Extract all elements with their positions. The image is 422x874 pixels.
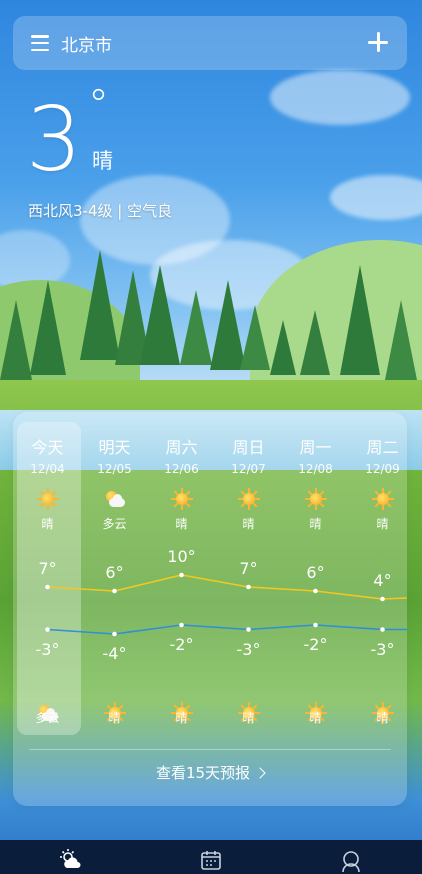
day-name: 周六 — [165, 438, 198, 457]
bottom-navigation — [0, 840, 422, 874]
day-condition: 晴 — [175, 517, 188, 531]
day-date: 12/05 — [97, 462, 132, 476]
low-temperature-point — [179, 622, 184, 628]
chevron-right-icon — [254, 767, 266, 779]
day-date: 12/04 — [30, 462, 65, 476]
forecast-day-column[interactable]: 周日 12/07 晴 7° -3° 晴 — [215, 412, 282, 725]
low-temperature-point — [246, 627, 251, 632]
low-temperature: -3° — [35, 639, 60, 659]
low-temperature-point — [313, 622, 318, 628]
low-temperature-point — [45, 627, 50, 632]
weather-icon[interactable] — [59, 848, 83, 872]
cloud-sun-icon — [104, 488, 126, 510]
low-temperature: -3° — [236, 639, 261, 659]
forecast-day-column[interactable]: 周六 12/06 晴 10° -2° 晴 — [148, 412, 215, 725]
high-temperature: 6° — [306, 563, 325, 582]
night-condition: 晴 — [376, 711, 389, 725]
divider — [29, 749, 391, 750]
day-name: 周日 — [232, 438, 265, 457]
day-condition: 晴 — [242, 517, 255, 531]
wind-air-quality: 西北风3-4级 | 空气良 — [28, 202, 173, 220]
night-condition: 晴 — [108, 711, 121, 725]
high-temperature-point — [313, 588, 318, 594]
high-temperature: 10° — [167, 547, 196, 566]
low-temperature-point — [112, 631, 117, 637]
sun-icon — [171, 488, 193, 510]
sun-icon — [305, 488, 327, 510]
current-condition: 晴 — [92, 149, 113, 173]
high-temperature-point — [246, 584, 251, 590]
day-condition: 多云 — [102, 517, 127, 531]
day-name: 周二 — [366, 438, 399, 457]
city-name[interactable]: 北京市 — [61, 31, 112, 56]
degree-symbol: ° — [88, 80, 109, 129]
sun-icon — [238, 488, 260, 510]
high-temperature-point — [112, 588, 117, 594]
plus-icon[interactable] — [367, 31, 389, 53]
sun-icon — [37, 488, 59, 510]
high-temperature: 7° — [239, 559, 258, 578]
sun-icon — [372, 488, 394, 510]
forecast-card[interactable]: 今天 12/04 晴 7° -3° 多云 明天 12/05 多云 6° -4° … — [13, 412, 407, 806]
day-name: 周一 — [299, 438, 332, 457]
forecast-day-column[interactable]: 周二 12/09 晴 4° -3° 晴 — [349, 412, 407, 725]
day-condition: 晴 — [376, 517, 389, 531]
forecast-day-column[interactable]: 今天 12/04 晴 7° -3° 多云 — [14, 412, 81, 725]
forecast-day-column[interactable]: 明天 12/05 多云 6° -4° 晴 — [81, 412, 148, 725]
calendar-icon[interactable] — [199, 848, 223, 872]
day-date: 12/06 — [164, 462, 199, 476]
night-condition: 晴 — [309, 711, 322, 725]
profile-icon[interactable] — [339, 848, 363, 872]
view-15-day-forecast-label: 查看15天预报 — [155, 764, 251, 782]
high-temperature-point — [179, 572, 184, 578]
day-condition: 晴 — [41, 517, 54, 531]
day-name: 今天 — [31, 438, 64, 457]
menu-icon[interactable] — [31, 35, 49, 51]
high-temperature: 6° — [105, 563, 124, 582]
day-date: 12/07 — [231, 462, 266, 476]
low-temperature-point — [380, 627, 385, 632]
night-condition: 多云 — [35, 711, 60, 725]
high-temperature-point — [45, 584, 50, 590]
high-temperature: 4° — [373, 571, 392, 590]
day-date: 12/08 — [298, 462, 333, 476]
night-condition: 晴 — [175, 711, 188, 725]
high-temperature: 7° — [38, 559, 57, 578]
high-temperature-point — [380, 596, 385, 602]
low-temperature: -2° — [303, 635, 328, 654]
low-temperature: -4° — [102, 644, 127, 663]
low-temperature: -2° — [169, 635, 194, 654]
day-date: 12/09 — [365, 462, 400, 476]
night-condition: 晴 — [242, 711, 255, 725]
current-temperature: 3 — [26, 88, 82, 191]
city-header-bar: 北京市 — [13, 16, 407, 70]
day-condition: 晴 — [309, 517, 322, 531]
low-temperature-line — [47, 624, 407, 635]
forecast-day-column[interactable]: 周一 12/08 晴 6° -2° 晴 — [282, 412, 349, 725]
day-name: 明天 — [98, 438, 131, 457]
view-15-day-forecast-button[interactable]: 查看15天预报 — [13, 762, 407, 783]
low-temperature: -3° — [370, 639, 395, 659]
